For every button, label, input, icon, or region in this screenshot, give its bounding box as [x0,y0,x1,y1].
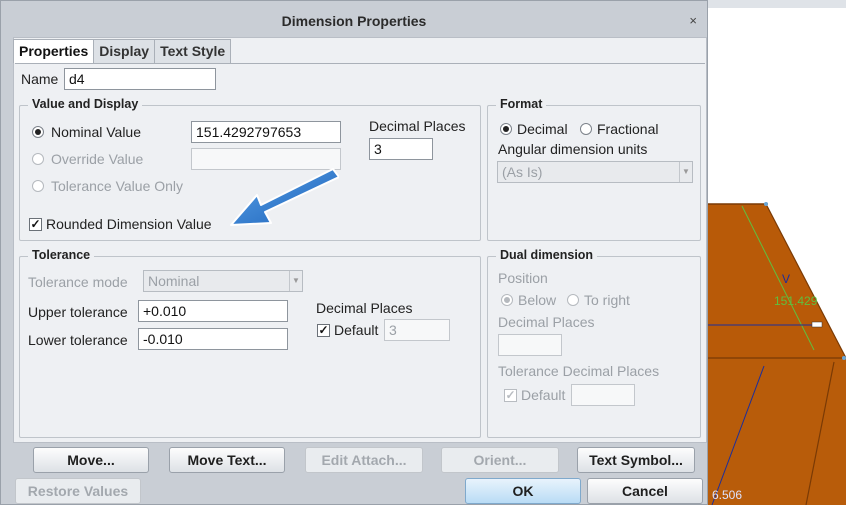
tab-text-style[interactable]: Text Style [154,39,232,63]
decimal-radio[interactable] [500,123,512,135]
decimal-places-field[interactable]: 3 [369,138,433,160]
nominal-value-label: Nominal Value [51,124,142,140]
format-title: Format [496,97,547,111]
dual-default-label: Default [521,387,566,403]
name-label: Name [21,71,59,87]
upper-tolerance-label: Upper tolerance [28,304,128,320]
tolerance-mode-label: Tolerance mode [28,274,128,290]
move-button[interactable]: Move... [33,447,149,473]
dialog-title: Dimension Properties [281,13,427,29]
lower-tolerance-field[interactable]: -0.010 [138,328,288,350]
decimal-label: Decimal [517,121,568,137]
below-radio[interactable] [501,294,513,306]
cad-viewport[interactable]: V 151.429 6.506 [708,0,846,505]
override-value-radio[interactable] [32,153,44,165]
tolerance-value-only-label: Tolerance Value Only [51,178,184,194]
tab-display[interactable]: Display [93,39,156,63]
text-symbol-button[interactable]: Text Symbol... [577,447,695,473]
angular-units-value: (As Is) [502,164,543,180]
cad-dim-label-v: V [782,272,791,286]
dual-decimal-places-field[interactable] [498,334,562,356]
dual-tol-decimal-label: Tolerance Decimal Places [498,363,660,379]
chevron-down-icon: ▼ [289,271,302,291]
cad-model-graphic [708,202,846,505]
below-label: Below [518,292,557,308]
to-right-label: To right [584,292,630,308]
cad-dim-value-bottom: 6.506 [712,488,743,502]
tab-properties[interactable]: Properties [13,39,95,63]
override-value-label: Override Value [51,151,144,167]
decimal-places-label: Decimal Places [369,118,466,134]
nominal-value-radio[interactable] [32,126,44,138]
tolerance-title: Tolerance [28,248,95,262]
dual-dimension-title: Dual dimension [496,248,598,262]
dialog-titlebar[interactable]: Dimension Properties × [1,5,707,35]
lower-tolerance-label: Lower tolerance [28,332,128,348]
dimension-properties-dialog: Dimension Properties × Properties Displa… [0,0,708,505]
rounded-dimension-label: Rounded Dimension Value [46,216,212,232]
edit-attach-button[interactable]: Edit Attach... [305,447,423,473]
close-icon[interactable]: × [689,13,697,28]
tolerance-decimal-places-label: Decimal Places [316,300,413,316]
dual-decimal-places-label: Decimal Places [498,314,595,330]
annotation-arrow-icon [230,168,339,226]
orient-button[interactable]: Orient... [441,447,559,473]
dual-position-label: Position [498,270,548,286]
dual-default-checkbox[interactable]: ✓ [504,389,517,402]
rounded-dimension-checkbox[interactable]: ✓ [29,218,42,231]
value-and-display-title: Value and Display [28,97,143,111]
move-text-button[interactable]: Move Text... [169,447,285,473]
tolerance-default-field[interactable]: 3 [384,319,450,341]
chevron-down-icon: ▼ [679,162,692,182]
restore-values-button[interactable]: Restore Values [15,478,141,504]
nominal-value-field[interactable]: 151.4292797653 [191,121,341,143]
fractional-radio[interactable] [580,123,592,135]
cancel-button[interactable]: Cancel [587,478,703,504]
tolerance-value-only-radio[interactable] [32,180,44,192]
to-right-radio[interactable] [567,294,579,306]
tolerance-default-label: Default [334,322,379,338]
upper-tolerance-field[interactable]: +0.010 [138,300,288,322]
ok-button[interactable]: OK [465,478,581,504]
angular-units-select[interactable]: (As Is) ▼ [497,161,693,183]
angular-units-label: Angular dimension units [498,141,648,157]
dual-default-field[interactable] [571,384,635,406]
tolerance-mode-select[interactable]: Nominal ▼ [143,270,303,292]
fractional-label: Fractional [597,121,659,137]
name-field[interactable]: d4 [64,68,216,90]
cad-dim-value-top: 151.429 [774,294,818,308]
tolerance-mode-value: Nominal [148,273,200,289]
tab-strip: Properties Display Text Style [13,39,232,63]
tolerance-default-checkbox[interactable]: ✓ [317,324,330,337]
